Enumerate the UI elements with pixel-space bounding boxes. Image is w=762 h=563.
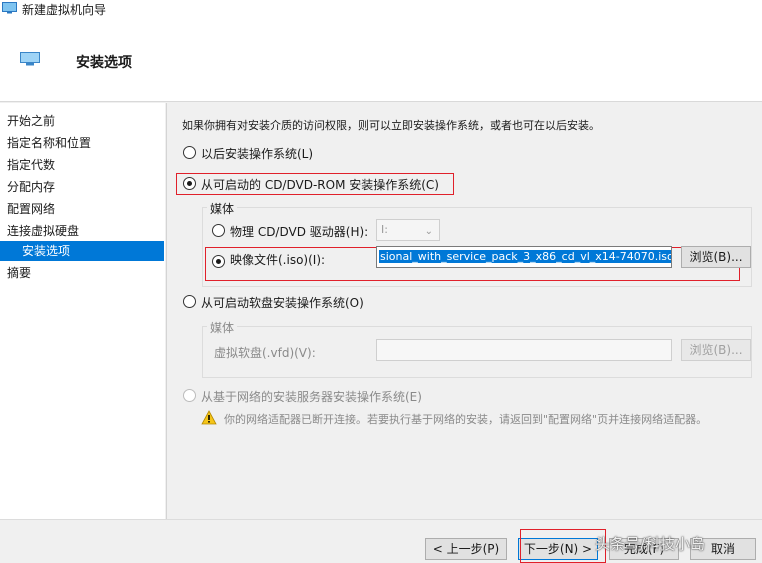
intro-text: 如果你拥有对安装介质的访问权限，则可以立即安装操作系统，或者也可在以后安装。 <box>182 119 600 132</box>
highlight-box-next <box>520 529 606 563</box>
install-from-dvd-label[interactable]: 从可启动的 CD/DVD-ROM 安装操作系统(C) <box>201 176 439 193</box>
hyperv-vm-icon <box>2 2 17 14</box>
image-file-path-value: sional_with_service_pack_3_x86_cd_vl_x14… <box>379 250 671 263</box>
physical-drive-radio[interactable] <box>212 224 225 237</box>
physical-drive-select[interactable]: I: ⌄ <box>376 219 440 241</box>
sidebar-item-memory[interactable]: 分配内存 <box>0 177 164 197</box>
sidebar-item-generation[interactable]: 指定代数 <box>0 155 164 175</box>
sidebar-item-before-you-begin[interactable]: 开始之前 <box>0 111 164 131</box>
install-from-network-label[interactable]: 从基于网络的安装服务器安装操作系统(E) <box>201 388 422 405</box>
dvd-media-legend: 媒体 <box>207 200 238 217</box>
sidebar-item-summary[interactable]: 摘要 <box>0 263 164 283</box>
sidebar-item-name-location[interactable]: 指定名称和位置 <box>0 133 164 153</box>
image-file-radio[interactable] <box>212 255 225 268</box>
install-from-floppy-label[interactable]: 从可启动软盘安装操作系统(O) <box>201 294 364 311</box>
install-from-network-radio[interactable] <box>183 389 196 402</box>
title-bar: 新建虚拟机向导 <box>0 0 762 18</box>
browse-iso-button[interactable]: 浏览(B)... <box>681 246 751 268</box>
install-later-radio[interactable] <box>183 146 196 159</box>
browse-floppy-button[interactable]: 浏览(B)... <box>681 339 751 361</box>
virtual-floppy-input[interactable] <box>376 339 672 361</box>
wizard-header: 安装选项 <box>0 18 762 102</box>
physical-drive-value: I: <box>381 223 388 236</box>
warning-icon <box>201 410 217 425</box>
image-file-label[interactable]: 映像文件(.iso)(I): <box>230 251 325 268</box>
previous-button[interactable]: < 上一步(P) <box>425 538 507 560</box>
page-title: 安装选项 <box>76 55 132 71</box>
install-from-floppy-radio[interactable] <box>183 295 196 308</box>
sidebar-item-networking[interactable]: 配置网络 <box>0 199 164 219</box>
install-from-dvd-radio[interactable] <box>183 177 196 190</box>
window-title: 新建虚拟机向导 <box>22 3 107 17</box>
physical-drive-label[interactable]: 物理 CD/DVD 驱动器(H): <box>230 223 368 240</box>
sidebar-item-install-options[interactable]: 安装选项 <box>0 241 164 261</box>
image-file-path-input[interactable]: sional_with_service_pack_3_x86_cd_vl_x14… <box>376 246 672 268</box>
floppy-media-legend: 媒体 <box>207 319 238 336</box>
virtual-floppy-label: 虚拟软盘(.vfd)(V): <box>214 346 316 360</box>
install-later-label[interactable]: 以后安装操作系统(L) <box>201 145 313 162</box>
wizard-steps-sidebar: 开始之前 指定名称和位置 指定代数 分配内存 配置网络 连接虚拟硬盘 安装选项 … <box>0 103 165 519</box>
chevron-down-icon: ⌄ <box>424 226 433 237</box>
watermark-text: 头条号/科技小岛 <box>595 535 706 553</box>
main-content: 如果你拥有对安装介质的访问权限，则可以立即安装操作系统，或者也可在以后安装。 以… <box>167 103 762 519</box>
network-warning-text: 你的网络适配器已断开连接。若要执行基于网络的安装，请返回到"配置网络"页并连接网… <box>224 413 708 426</box>
sidebar-item-virtual-disk[interactable]: 连接虚拟硬盘 <box>0 221 164 241</box>
install-options-icon <box>20 52 40 66</box>
